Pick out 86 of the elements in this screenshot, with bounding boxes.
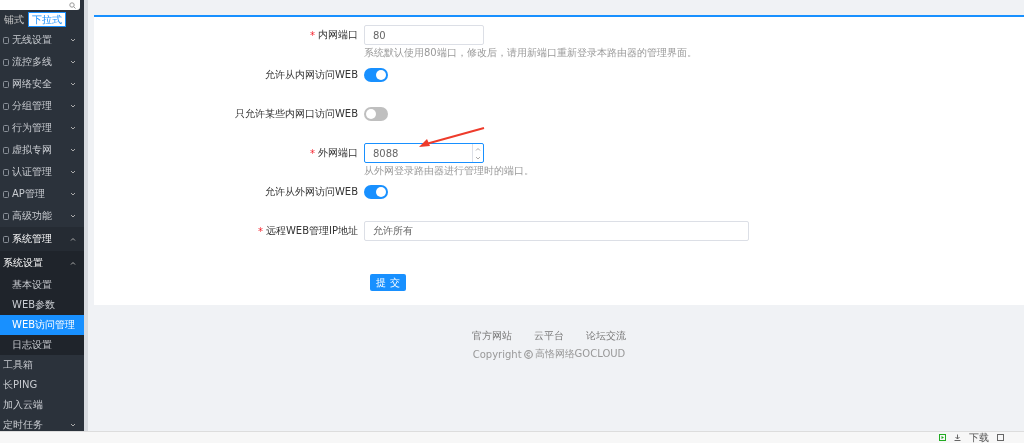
menu-item-icon [3, 124, 9, 132]
menu-item-icon [3, 235, 9, 243]
menu-label: 虚拟专网 [12, 143, 52, 157]
field-hint: 系统默认使用80端口，修改后，请用新端口重新登录本路由器的管理界面。 [364, 47, 697, 59]
toggle-switch[interactable] [364, 68, 388, 82]
menu-item[interactable]: 网络安全 [0, 73, 84, 95]
field-label: 允许从内网访问WEB [264, 68, 358, 82]
menu-label: 加入云端 [3, 398, 43, 412]
menu-item-icon [3, 168, 9, 176]
menu-label: 无线设置 [12, 33, 52, 47]
menu-item-icon [3, 80, 9, 88]
submenu-label: 系统设置 [3, 256, 43, 270]
menu-item[interactable]: 分组管理 [0, 95, 84, 117]
footer-link[interactable]: 官方网站 [472, 329, 512, 343]
field-label: 远程WEB管理IP地址 [265, 224, 358, 238]
menu-item-icon [3, 58, 9, 66]
chevron-icon [70, 104, 76, 108]
annotation-arrow [418, 127, 486, 149]
menu-item-icon [3, 146, 9, 154]
menu-item[interactable]: 定时任务 [0, 415, 84, 431]
menu-label: 分组管理 [12, 99, 52, 113]
menu-item[interactable]: 流控多线 [0, 51, 84, 73]
submenu-item[interactable]: WEB参数 [0, 295, 84, 315]
menu-label: 定时任务 [3, 418, 43, 431]
menu-item[interactable]: AP管理 [0, 183, 84, 205]
menu-label: 认证管理 [12, 165, 52, 179]
field-label: 外网端口 [318, 146, 358, 160]
download-icon [954, 434, 961, 441]
chevron-icon [70, 170, 76, 174]
menu-label: 系统管理 [12, 232, 52, 246]
menu-item-icon [3, 212, 9, 220]
footer-link[interactable]: 云平台 [534, 329, 564, 343]
chevron-icon [70, 423, 76, 427]
chevron-icon [70, 82, 76, 86]
field-hint: 从外网登录路由器进行管理时的端口。 [364, 165, 534, 177]
field-label: 允许从外网访问WEB [264, 185, 358, 199]
menu-label: 工具箱 [3, 358, 33, 372]
chevron-icon [70, 261, 76, 265]
menu-label: 行为管理 [12, 121, 52, 135]
menu-item-icon [3, 102, 9, 110]
chevron-icon [70, 38, 76, 42]
chevron-icon [70, 126, 76, 130]
port-input[interactable]: 80 [364, 25, 484, 45]
menu-item[interactable]: 无线设置 [0, 29, 84, 51]
window-icon [997, 434, 1004, 441]
copyright-text: Copyright [472, 348, 522, 360]
menu-label: 流控多线 [12, 55, 52, 69]
submenu-header[interactable]: 系统设置 [0, 251, 84, 275]
menu-item-icon [3, 36, 9, 44]
submenu-item[interactable]: 基本设置 [0, 275, 84, 295]
copyright-icon [523, 349, 533, 359]
menu-label: AP管理 [12, 187, 45, 201]
play-icon [939, 434, 946, 441]
menu-item[interactable]: 虚拟专网 [0, 139, 84, 161]
menu-item-icon [3, 190, 9, 198]
required-mark: * [310, 147, 315, 159]
field-label: 内网端口 [318, 28, 358, 42]
company-name: 高恪网络GOCLOUD [534, 347, 626, 361]
search-field[interactable] [0, 0, 80, 10]
search-icon [69, 1, 76, 9]
chevron-icon [70, 237, 76, 241]
menu-item[interactable]: 高级功能 [0, 205, 84, 227]
toggle-switch[interactable] [364, 107, 388, 121]
field-label: 只允许某些内网口访问WEB [234, 107, 358, 121]
menu-label: 高级功能 [12, 209, 52, 223]
required-mark: * [310, 29, 315, 41]
submenu-item[interactable]: 日志设置 [0, 335, 84, 355]
chevron-icon [70, 60, 76, 64]
menu-item[interactable]: 行为管理 [0, 117, 84, 139]
footer-link[interactable]: 论坛交流 [586, 329, 626, 343]
port-input[interactable]: 8088 [364, 143, 484, 163]
chevron-icon [70, 214, 76, 218]
menu-item[interactable]: 认证管理 [0, 161, 84, 183]
menu-item[interactable]: 工具箱 [0, 355, 84, 375]
menu-item[interactable]: 系统管理 [0, 227, 84, 251]
toggle-switch[interactable] [364, 185, 388, 199]
required-mark: * [257, 225, 263, 237]
menu-label: 长PING [3, 378, 38, 392]
download-label[interactable]: 下载 [969, 430, 989, 443]
chevron-icon [70, 192, 76, 196]
menu-label: 网络安全 [12, 77, 52, 91]
menu-item[interactable]: 长PING [0, 375, 84, 395]
menu-item[interactable]: 加入云端 [0, 395, 84, 415]
chevron-icon [70, 148, 76, 152]
ip-input[interactable]: 允许所有 [364, 221, 749, 241]
scrollbar[interactable] [84, 0, 88, 431]
